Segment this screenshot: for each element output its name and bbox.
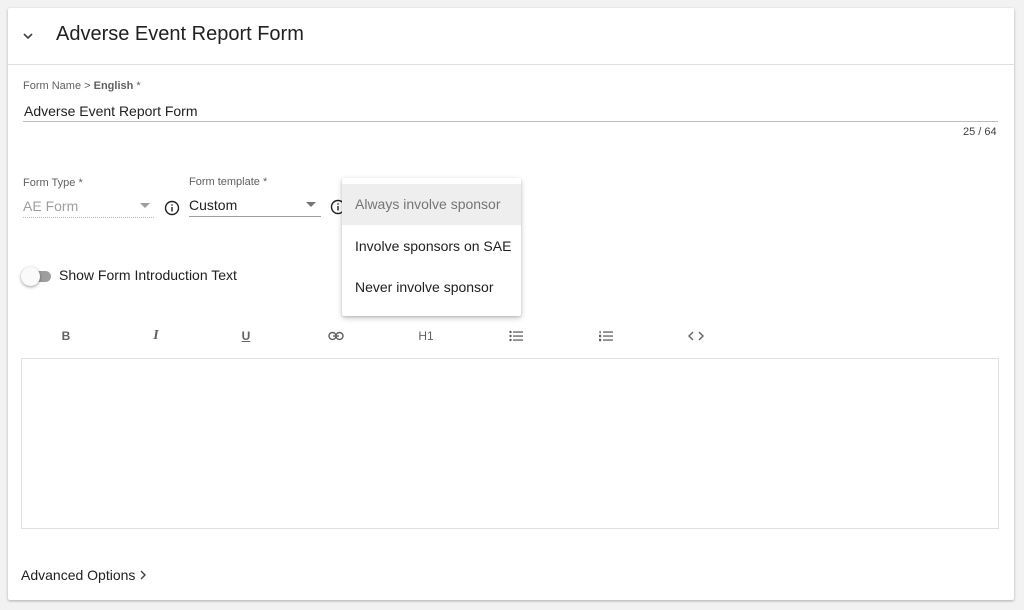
required-mark: *	[136, 80, 141, 92]
form-type-underline	[23, 217, 154, 218]
bulleted-list-button[interactable]	[501, 326, 531, 346]
heading-button[interactable]: H1	[411, 326, 441, 346]
code-icon	[688, 331, 704, 341]
code-button[interactable]	[681, 326, 711, 346]
numbered-list-icon	[599, 330, 613, 342]
form-template-select[interactable]: Custom	[189, 197, 237, 213]
bulleted-list-icon	[509, 330, 523, 342]
sponsor-dropdown-menu: Always involve sponsor Involve sponsors …	[342, 178, 521, 316]
dropdown-option-involve-sponsors-on-sae[interactable]: Involve sponsors on SAE	[342, 226, 521, 267]
form-name-language: English	[93, 80, 134, 92]
link-button[interactable]	[321, 326, 351, 346]
form-template-label: Form template *	[189, 176, 267, 188]
toggle-thumb	[21, 267, 40, 286]
dropdown-option-never-involve-sponsor[interactable]: Never involve sponsor	[342, 267, 521, 308]
char-counter: 25 / 64	[963, 126, 997, 138]
bold-button[interactable]: B	[51, 326, 81, 346]
heading-icon: H1	[418, 329, 434, 343]
chevron-right-icon	[140, 570, 147, 580]
chevron-down-icon	[23, 33, 33, 40]
form-name-label-text: Form Name >	[23, 80, 94, 92]
form-type-label: Form Type *	[23, 177, 83, 189]
intro-text-toggle[interactable]	[21, 267, 53, 287]
form-name-input[interactable]	[24, 101, 994, 121]
card-header: Adverse Event Report Form	[8, 8, 1014, 65]
numbered-list-button[interactable]	[591, 326, 621, 346]
info-icon[interactable]	[164, 200, 180, 216]
form-card: Adverse Event Report Form Form Name > En…	[8, 8, 1014, 600]
advanced-options-label: Advanced Options	[21, 567, 136, 583]
form-type-select[interactable]: AE Form	[23, 198, 78, 214]
form-template-underline	[189, 216, 321, 217]
required-mark: *	[262, 176, 268, 188]
form-name-underline	[23, 121, 998, 122]
advanced-options-link[interactable]: Advanced Options	[21, 567, 147, 583]
form-name-label: Form Name > English *	[23, 80, 141, 92]
underline-button[interactable]: U	[231, 326, 261, 346]
italic-icon: I	[153, 328, 159, 343]
form-template-label-text: Form template	[189, 176, 260, 188]
link-icon	[328, 331, 344, 341]
collapse-button[interactable]	[18, 26, 38, 46]
intro-text-toggle-label: Show Form Introduction Text	[59, 267, 237, 283]
required-mark: *	[78, 177, 83, 189]
caret-down-icon	[140, 203, 150, 208]
italic-button[interactable]: I	[141, 326, 171, 346]
caret-down-icon	[306, 202, 316, 207]
form-type-label-text: Form Type	[23, 177, 76, 189]
underline-icon: U	[241, 329, 251, 343]
bold-icon: B	[61, 329, 71, 343]
page-title: Adverse Event Report Form	[56, 23, 304, 45]
intro-text-editor[interactable]	[21, 358, 999, 529]
dropdown-option-always-involve-sponsor[interactable]: Always involve sponsor	[342, 184, 521, 225]
